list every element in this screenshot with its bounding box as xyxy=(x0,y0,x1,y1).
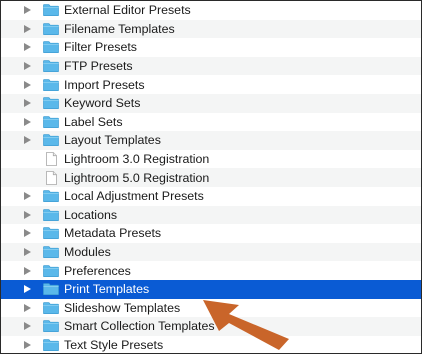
list-item[interactable]: Filter Presets xyxy=(1,38,421,57)
list-item-label: Filename Templates xyxy=(64,21,175,36)
list-item-label: Locations xyxy=(64,207,118,222)
folder-icon xyxy=(43,227,59,240)
list-item-label: Local Adjustment Presets xyxy=(64,189,204,204)
list-item[interactable]: Filename Templates xyxy=(1,19,421,39)
list-item[interactable]: Lightroom 3.0 Registration xyxy=(1,150,421,169)
folder-icon xyxy=(43,302,59,314)
list-item[interactable]: Lightroom 5.0 Registration xyxy=(1,168,421,187)
disclosure-triangle-icon[interactable] xyxy=(24,24,31,33)
list-item-label: FTP Presets xyxy=(64,58,133,73)
list-item-label: Filter Presets xyxy=(64,40,137,55)
folder-icon xyxy=(43,209,59,221)
file-browser-list-view: External Editor Presets Filename Template… xyxy=(0,0,422,354)
list-item-label: Text Style Presets xyxy=(64,337,164,352)
list-item[interactable]: Keyword Sets xyxy=(1,93,421,113)
list-item[interactable]: FTP Presets xyxy=(1,56,421,76)
list-item-label: Modules xyxy=(64,244,111,259)
folder-icon xyxy=(43,23,59,35)
folder-icon xyxy=(43,116,59,128)
folder-icon xyxy=(43,4,59,17)
list-item[interactable]: Import Presets xyxy=(1,75,421,94)
disclosure-triangle-icon[interactable] xyxy=(24,210,31,219)
disclosure-triangle-icon[interactable] xyxy=(24,192,31,201)
list-item-label: Slideshow Templates xyxy=(64,300,181,315)
folder-icon xyxy=(43,339,59,351)
disclosure-triangle-icon[interactable] xyxy=(24,266,31,275)
folder-list: External Editor Presets Filename Template… xyxy=(1,1,421,353)
folder-icon xyxy=(43,283,59,296)
list-item-label: Lightroom 3.0 Registration xyxy=(64,151,210,166)
list-item[interactable]: Smart Collection Templates xyxy=(1,317,421,336)
folder-icon xyxy=(43,60,59,73)
disclosure-triangle-icon[interactable] xyxy=(24,43,31,52)
folder-icon xyxy=(43,97,59,110)
list-item[interactable]: Modules xyxy=(1,242,421,262)
document-icon xyxy=(46,152,57,166)
disclosure-triangle-icon[interactable] xyxy=(24,6,31,15)
list-item-label: Keyword Sets xyxy=(64,96,141,111)
list-item[interactable]: External Editor Presets xyxy=(1,1,421,20)
list-item-label: Lightroom 5.0 Registration xyxy=(64,170,210,185)
list-item-label: Preferences xyxy=(64,263,131,278)
disclosure-triangle-icon[interactable] xyxy=(24,62,31,71)
disclosure-triangle-icon[interactable] xyxy=(24,80,31,89)
list-item-label: Label Sets xyxy=(64,114,123,129)
list-item[interactable]: Metadata Presets xyxy=(1,224,421,243)
disclosure-triangle-icon[interactable] xyxy=(24,248,31,257)
list-item-label: Print Templates xyxy=(64,282,150,296)
disclosure-triangle-icon[interactable] xyxy=(24,303,31,312)
disclosure-triangle-icon[interactable] xyxy=(24,229,31,238)
disclosure-triangle-icon[interactable] xyxy=(24,136,31,145)
disclosure-triangle-icon[interactable] xyxy=(24,322,31,331)
folder-icon xyxy=(43,78,59,91)
disclosure-triangle-icon[interactable] xyxy=(24,285,31,294)
list-item[interactable]: Label Sets xyxy=(1,113,421,132)
folder-icon xyxy=(43,190,59,203)
list-item[interactable]: Local Adjustment Presets xyxy=(1,187,421,206)
document-icon xyxy=(46,170,57,185)
folder-icon xyxy=(43,246,59,258)
list-item-label: Layout Templates xyxy=(64,133,161,148)
folder-icon xyxy=(43,134,59,147)
list-item[interactable]: Slideshow Templates xyxy=(1,299,421,318)
list-item-label: Smart Collection Templates xyxy=(64,319,215,334)
disclosure-triangle-icon[interactable] xyxy=(24,117,31,126)
list-item-label: Import Presets xyxy=(64,77,145,92)
list-item[interactable]: Print Templates xyxy=(1,279,421,299)
list-item[interactable]: Locations xyxy=(1,205,421,225)
list-item[interactable]: Preferences xyxy=(1,261,421,280)
folder-icon xyxy=(43,320,59,333)
disclosure-triangle-icon[interactable] xyxy=(24,99,31,108)
list-item-label: Metadata Presets xyxy=(64,226,162,241)
list-item-label: External Editor Presets xyxy=(64,3,191,18)
list-item[interactable]: Layout Templates xyxy=(1,131,421,150)
folder-icon xyxy=(43,264,59,277)
disclosure-triangle-icon[interactable] xyxy=(24,340,31,349)
list-item[interactable]: Text Style Presets xyxy=(1,336,421,353)
folder-icon xyxy=(43,41,59,54)
